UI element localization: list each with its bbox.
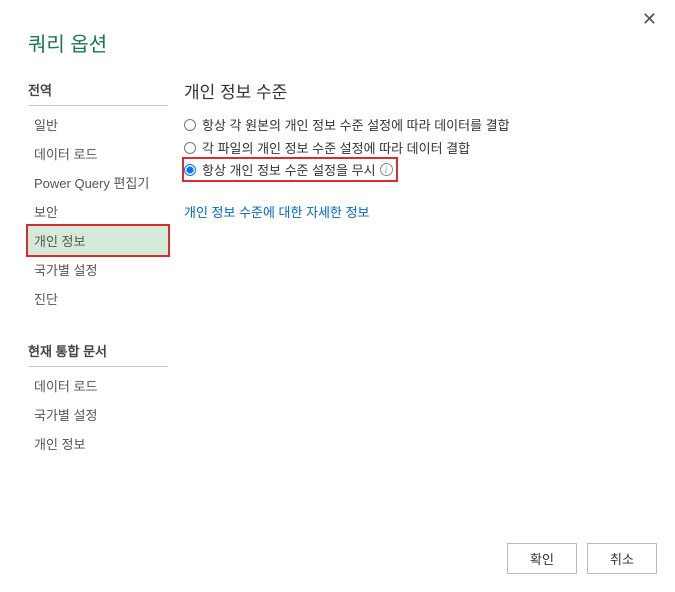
radio-input-2[interactable] bbox=[184, 142, 196, 154]
sidebar-section-workbook-header: 현재 통합 문서 bbox=[28, 341, 168, 367]
sidebar-item-privacy[interactable]: 개인 정보 bbox=[28, 226, 168, 255]
radio-option-combine-per-file[interactable]: 각 파일의 개인 정보 수준 설정에 따라 데이터 결합 bbox=[184, 136, 655, 159]
sidebar-item-diagnostics[interactable]: 진단 bbox=[28, 284, 168, 313]
dialog-title: 쿼리 옵션 bbox=[28, 28, 107, 57]
sidebar-item-security[interactable]: 보안 bbox=[28, 197, 168, 226]
sidebar-section-global-header: 전역 bbox=[28, 80, 168, 106]
privacy-radio-group: 항상 각 원본의 개인 정보 수준 설정에 따라 데이터를 결합 각 파일의 개… bbox=[184, 113, 655, 180]
sidebar: 전역 일반 데이터 로드 Power Query 편집기 보안 개인 정보 국가… bbox=[28, 80, 168, 458]
sidebar-item-regional[interactable]: 국가별 설정 bbox=[28, 255, 168, 284]
sidebar-item-general[interactable]: 일반 bbox=[28, 110, 168, 139]
info-icon[interactable]: i bbox=[380, 163, 393, 176]
close-button[interactable]: ✕ bbox=[642, 10, 657, 28]
radio-label-3: 항상 개인 정보 수준 설정을 무시 bbox=[202, 160, 376, 179]
cancel-button[interactable]: 취소 bbox=[587, 543, 657, 574]
content-panel: 개인 정보 수준 항상 각 원본의 개인 정보 수준 설정에 따라 데이터를 결… bbox=[184, 78, 655, 221]
radio-input-3[interactable] bbox=[184, 164, 196, 176]
sidebar-item-data-load[interactable]: 데이터 로드 bbox=[28, 139, 168, 168]
content-title: 개인 정보 수준 bbox=[184, 78, 655, 103]
radio-label-1: 항상 각 원본의 개인 정보 수준 설정에 따라 데이터를 결합 bbox=[202, 115, 510, 134]
close-icon: ✕ bbox=[642, 9, 657, 29]
radio-option-always-ignore[interactable]: 항상 개인 정보 수준 설정을 무시 i bbox=[184, 159, 396, 180]
privacy-info-link[interactable]: 개인 정보 수준에 대한 자세한 정보 bbox=[184, 202, 370, 221]
radio-option-always-combine-source[interactable]: 항상 각 원본의 개인 정보 수준 설정에 따라 데이터를 결합 bbox=[184, 113, 655, 136]
dialog-footer: 확인 취소 bbox=[507, 543, 657, 574]
sidebar-item-wb-regional[interactable]: 국가별 설정 bbox=[28, 400, 168, 429]
sidebar-item-power-query-editor[interactable]: Power Query 편집기 bbox=[28, 168, 168, 197]
radio-label-2: 각 파일의 개인 정보 수준 설정에 따라 데이터 결합 bbox=[202, 138, 470, 157]
ok-button[interactable]: 확인 bbox=[507, 543, 577, 574]
radio-input-1[interactable] bbox=[184, 119, 196, 131]
sidebar-item-wb-data-load[interactable]: 데이터 로드 bbox=[28, 371, 168, 400]
sidebar-item-wb-privacy[interactable]: 개인 정보 bbox=[28, 429, 168, 458]
